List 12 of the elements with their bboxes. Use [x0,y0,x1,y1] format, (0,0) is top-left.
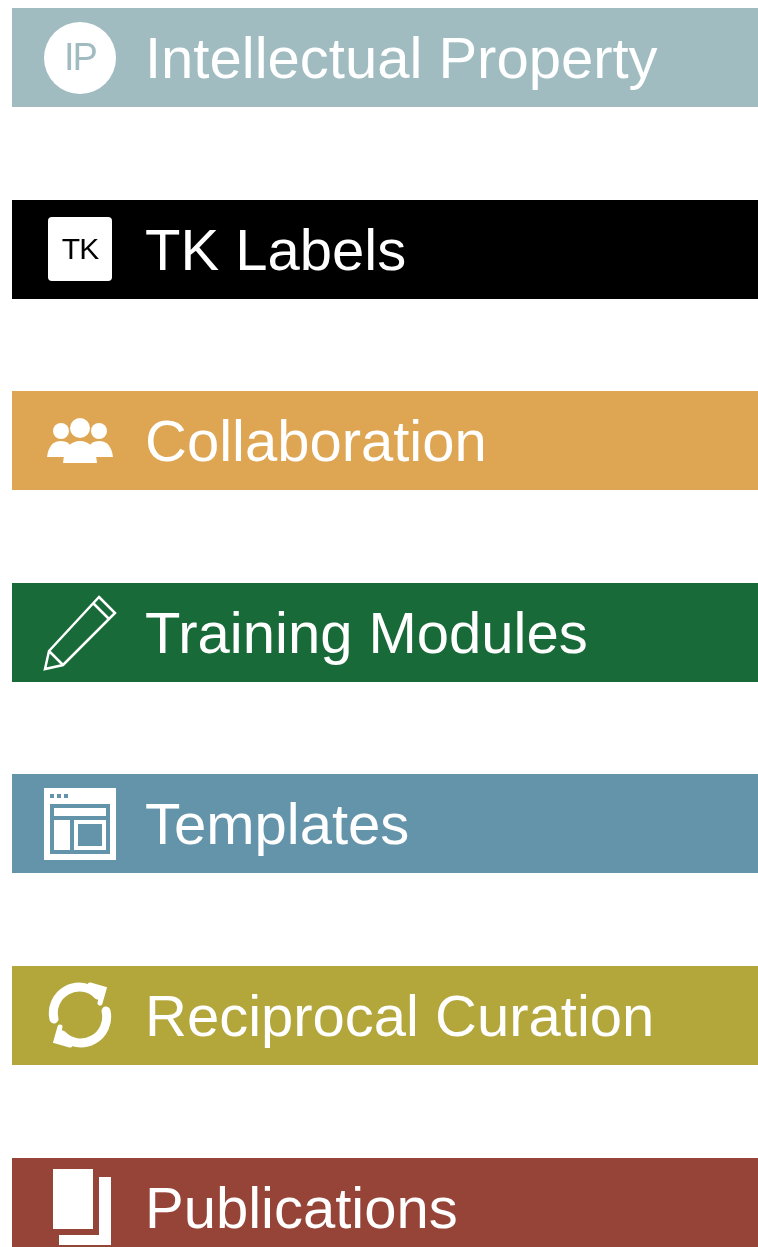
menu-item[interactable]: Training Modules [12,582,758,682]
menu-item[interactable]: Reciprocal Curation [12,965,758,1065]
tk-icon: TK [48,217,112,282]
people-icon [47,416,113,465]
ip-icon: IP [44,21,116,94]
pencil-icon [41,593,119,672]
window-icon [44,787,116,860]
menu-item[interactable]: Publications [12,1157,758,1247]
menu-item[interactable]: IP Intellectual Property [12,8,758,107]
menu-item[interactable]: Templates [12,774,758,874]
menu-item[interactable]: TK TK Labels [12,199,758,299]
menu-item[interactable]: Collaboration [12,391,758,491]
